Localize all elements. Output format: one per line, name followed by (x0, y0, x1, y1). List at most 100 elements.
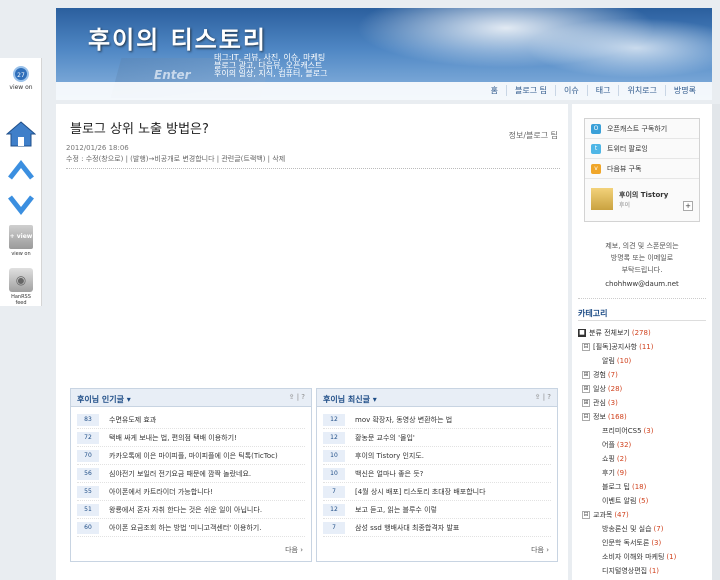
view-count-badge: 70 (77, 449, 99, 462)
widget-share-help-icons[interactable]: ⇪ | ? (289, 393, 305, 401)
post-link[interactable]: 황농문 교수의 '몰입' (355, 433, 415, 443)
view-count-badge: 7 (323, 485, 345, 498)
post-link[interactable]: 후이의 Tistory 인지도. (355, 451, 424, 461)
popular-list: 83 수면유도제 효과 72 택배 싸게 보내는 법, 편의점 택배 이용하기! 70 카… (71, 407, 311, 541)
viewon-button[interactable]: 27 view on (6, 66, 36, 102)
post-link[interactable]: 심야전기 보일러 전기요금 때문에 깜짝 놀랐네요. (109, 469, 251, 479)
home-icon[interactable] (5, 120, 37, 148)
category-label: 블로그 팁 (602, 483, 630, 491)
category-item[interactable]: ⊟ 교과목 (47) (578, 508, 708, 522)
list-item[interactable]: 60 아이폰 요금조회 하는 방법 '미니고객센터' 이용하기. (77, 519, 305, 537)
list-item[interactable]: 55 아이폰에서 카트라이더 가능합니다! (77, 483, 305, 501)
nav-home[interactable]: 홈 (483, 85, 506, 96)
category-item[interactable]: 디지털영상편집 (1) (578, 564, 708, 578)
tree-toggle-icon[interactable]: ⊟ (582, 413, 590, 421)
category-item[interactable]: ⊟ [필독]공지사항 (11) (578, 340, 708, 354)
post-link[interactable]: 삼성 ssd 행배사대 최종합격자 발표 (355, 523, 459, 533)
nav-guestbook[interactable]: 방명록 (664, 85, 704, 96)
contact-email[interactable]: chohhww@daum.net (584, 278, 700, 290)
rss-button[interactable]: ◉ HanRSS feed (6, 268, 36, 306)
scroll-up-icon[interactable] (6, 158, 36, 184)
post-link[interactable]: 아이폰 요금조회 하는 방법 '미니고객센터' 이용하기. (109, 523, 261, 533)
subscribe-label: 트위터 팔로잉 (607, 144, 648, 153)
category-item[interactable]: 방송론신 및 실습 (7) (578, 522, 708, 536)
list-item[interactable]: 12 황농문 교수의 '몰입' (323, 429, 551, 447)
scrollbar[interactable] (712, 104, 720, 580)
category-item[interactable]: 쇼핑 (2) (578, 452, 708, 466)
category-label: 분류 전체보기 (589, 329, 630, 337)
category-item[interactable]: ⊟ 정보 (168) (578, 410, 708, 424)
category-item[interactable]: 인문학 독서토론 (3) (578, 536, 708, 550)
post-category[interactable]: 정보/블로그 팁 (509, 130, 558, 141)
header-tags: 태그:IT, 리뷰, 사진, 이슈, 마케팅 블로그 광고, 다음뷰, 오픈캐스… (214, 54, 414, 78)
post-link[interactable]: 카카오톡에 이은 마이피플, 마이피플에 이은 틱톡(TicToc) (109, 451, 278, 461)
list-item[interactable]: 70 카카오톡에 이은 마이피플, 마이피플에 이은 틱톡(TicToc) (77, 447, 305, 465)
post-admin-links[interactable]: 수정 : 수정(창으로) | (발행)→비공개로 변경합니다 | 관련글(트랙백… (66, 154, 285, 164)
view-count-badge: 12 (323, 413, 345, 426)
subscribe-item[interactable]: t 트위터 팔로잉 (585, 139, 699, 159)
tree-toggle-icon[interactable]: ⊞ (582, 371, 590, 379)
category-item[interactable]: 알림 (10) (578, 354, 708, 368)
list-item[interactable]: 83 수면유도제 효과 (77, 411, 305, 429)
category-list: ■ 분류 전체보기 (278) ⊟ [필독]공지사항 (11) 알림 (10) ⊞ 경험 (7) ⊞ 일… (578, 326, 708, 580)
post-link[interactable]: 택배 싸게 보내는 법, 편의점 택배 이용하기! (109, 433, 237, 443)
post-link[interactable]: 백신은 얼마나 좋은 듯? (355, 469, 423, 479)
popular-widget-title[interactable]: 후이님 인기글 ▾ (77, 394, 131, 405)
category-label: 인문학 독서토론 (602, 539, 650, 547)
list-item[interactable]: 10 후이의 Tistory 인지도. (323, 447, 551, 465)
nav-blog-tips[interactable]: 블로그 팁 (506, 85, 555, 96)
category-item[interactable]: ⊞ 관심 (3) (578, 396, 708, 410)
category-label: 교과목 (593, 511, 613, 519)
subscribe-label: 다음뷰 구독 (607, 164, 642, 173)
recent-widget-title[interactable]: 후이님 최신글 ▾ (323, 394, 377, 405)
nav-location-log[interactable]: 위치로그 (618, 85, 664, 96)
popular-next-link[interactable]: 다음 › (285, 545, 303, 555)
enter-key-text: Enter (154, 68, 191, 82)
category-item[interactable]: 소비자 이해와 마케팅 (1) (578, 550, 708, 564)
list-item[interactable]: 7 [4월 상시 배포] 티스토리 초대장 배포합니다 (323, 483, 551, 501)
list-item[interactable]: 12 보고 듣고, 읽는 블루수 이렇 (323, 501, 551, 519)
post-title[interactable]: 블로그 상위 노출 방법은? (70, 118, 209, 137)
scroll-down-icon[interactable] (6, 191, 36, 217)
category-item[interactable]: 프리미어CS5 (3) (578, 424, 708, 438)
category-count: (32) (616, 441, 632, 449)
subscribe-item[interactable]: v 다음뷰 구독 (585, 159, 699, 179)
nav-tags[interactable]: 태그 (586, 85, 619, 96)
tree-toggle-icon[interactable]: ⊞ (582, 399, 590, 407)
profile-card[interactable]: 후이의 Tistory 후이 + (585, 179, 699, 219)
view-add-button[interactable]: + view view on (6, 225, 36, 265)
post-link[interactable]: mov 확장자, 동영상 변환하는 법 (355, 415, 452, 425)
list-item[interactable]: 72 택배 싸게 보내는 법, 편의점 택배 이용하기! (77, 429, 305, 447)
category-item[interactable]: 이벤트 알림 (5) (578, 494, 708, 508)
list-item[interactable]: 56 심야전기 보일러 전기요금 때문에 깜짝 놀랐네요. (77, 465, 305, 483)
post-link[interactable]: 왕룡에서 혼자 자취 한다는 것은 쉬운 일이 아닙니다. (109, 505, 262, 515)
widget-share-help-icons[interactable]: ⇪ | ? (535, 393, 551, 401)
list-item[interactable]: 12 mov 확장자, 동영상 변환하는 법 (323, 411, 551, 429)
all-category-icon[interactable]: ■ (578, 329, 586, 337)
category-item[interactable]: ■ 분류 전체보기 (278) (578, 326, 708, 340)
list-item[interactable]: 51 왕룡에서 혼자 자취 한다는 것은 쉬운 일이 아닙니다. (77, 501, 305, 519)
tree-toggle-icon[interactable]: ⊟ (582, 343, 590, 351)
category-count: (9) (616, 469, 627, 477)
category-label: 프리미어CS5 (602, 427, 642, 435)
tree-toggle-icon[interactable]: ⊟ (582, 511, 590, 519)
post-link[interactable]: 아이폰에서 카트라이더 가능합니다! (109, 487, 213, 497)
post-link[interactable]: [4월 상시 배포] 티스토리 초대장 배포합니다 (355, 487, 486, 497)
subscribe-item[interactable]: O 오픈캐스트 구독하기 (585, 119, 699, 139)
tree-toggle-icon[interactable]: ⊞ (582, 385, 590, 393)
category-item[interactable]: 블로그 팁 (18) (578, 480, 708, 494)
category-item[interactable]: 후기 (9) (578, 466, 708, 480)
nav-issue[interactable]: 이슈 (554, 85, 587, 96)
category-item[interactable]: 어플 (32) (578, 438, 708, 452)
blog-title[interactable]: 후이의 티스토리 (88, 20, 267, 55)
add-profile-button[interactable]: + (683, 201, 693, 211)
list-item[interactable]: 7 삼성 ssd 행배사대 최종합격자 발표 (323, 519, 551, 537)
post-link[interactable]: 수면유도제 효과 (109, 415, 156, 425)
category-item[interactable]: ⊞ 일상 (28) (578, 382, 708, 396)
post-link[interactable]: 보고 듣고, 읽는 블루수 이렇 (355, 505, 437, 515)
category-item[interactable]: ⊞ 경험 (7) (578, 368, 708, 382)
list-item[interactable]: 10 백신은 얼마나 좋은 듯? (323, 465, 551, 483)
view-count-badge: 56 (77, 467, 99, 480)
recent-next-link[interactable]: 다음 › (531, 545, 549, 555)
category-count: (28) (607, 385, 623, 393)
